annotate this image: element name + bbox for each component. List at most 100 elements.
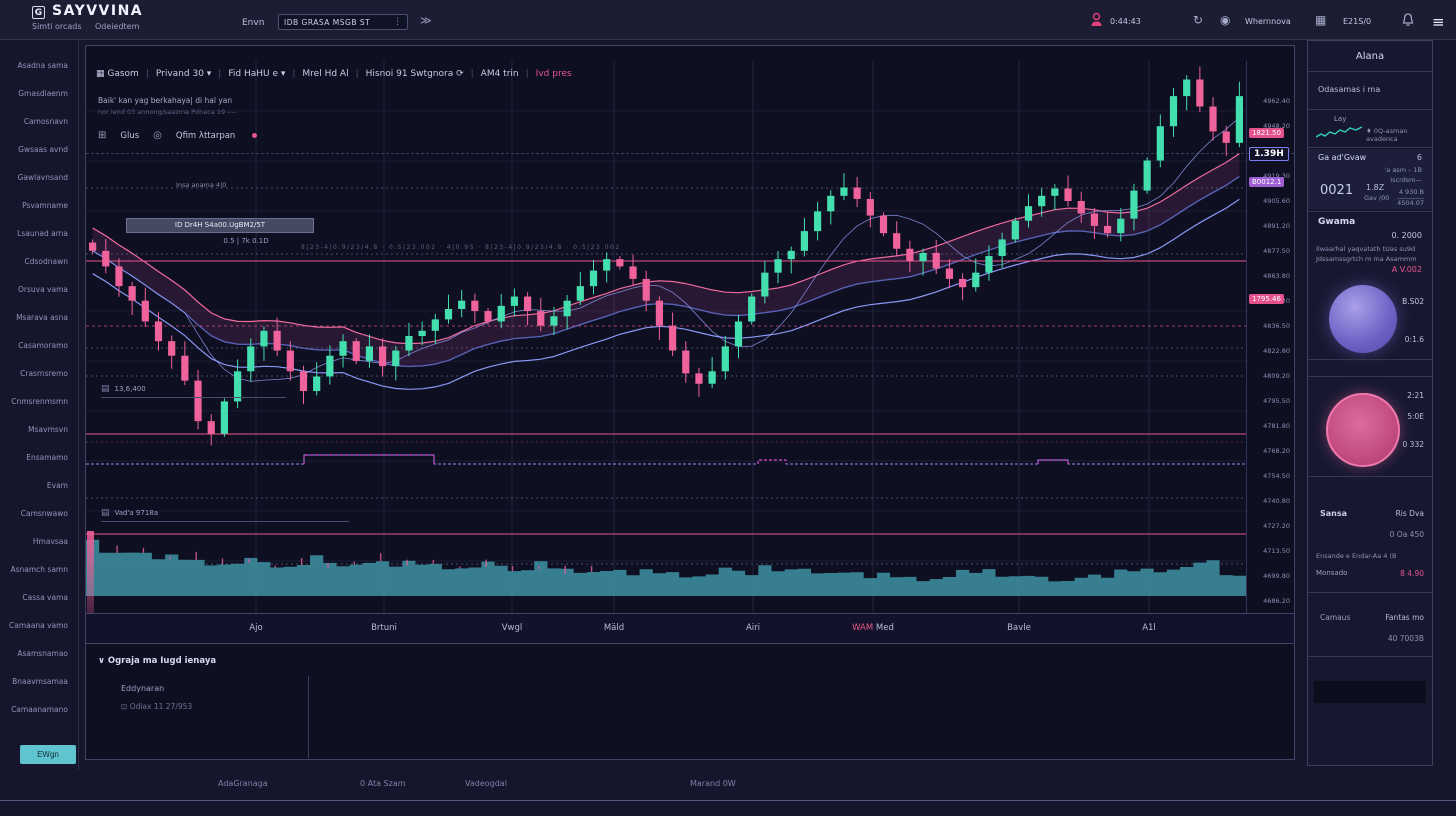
order-value-1: Fantas mo: [1385, 613, 1424, 622]
refresh-icon[interactable]: ↻: [1193, 13, 1203, 27]
price-chart[interactable]: 8|23-4|0.9/23/4.8 · 0.5|23.002 · 4|0.95 …: [86, 61, 1246, 614]
toolbar-tab[interactable]: Fid HaHU e ▾: [228, 69, 285, 79]
watchlist-item[interactable]: Msarava asna: [0, 304, 76, 332]
control-1[interactable]: Glus: [120, 131, 139, 141]
toolbar-tab[interactable]: Privand 30 ▾: [156, 69, 211, 79]
indicator-label-2[interactable]: ▤ Vad'a 9718a: [101, 508, 349, 522]
time-axis-label: Bavle: [989, 623, 1049, 633]
watchlist-item[interactable]: Lsaunad arna: [0, 220, 76, 248]
circle-icon[interactable]: ◎: [153, 130, 162, 141]
grid-view-icon[interactable]: ⊞: [98, 130, 106, 141]
time-axis-label: Mäld: [584, 623, 644, 633]
price-tick: 4863.80: [1263, 272, 1290, 280]
apps-grid-icon[interactable]: ▦: [1315, 13, 1326, 27]
sidebar-divider: [78, 40, 79, 770]
watchlist-item[interactable]: Camaanamano: [0, 696, 76, 724]
overview-mid-sub: Gav /00: [1364, 194, 1389, 202]
gwama-desc-1: Ilwaarhal yaqvatath tUas su9d: [1316, 245, 1415, 253]
stat-value-2: 0 Oa 450: [1390, 530, 1424, 539]
watchlist-item[interactable]: Casamoramo: [0, 332, 76, 360]
watchlist-item[interactable]: Bnaavmsamaa: [0, 668, 76, 696]
order-label-1: Camaus: [1320, 613, 1350, 622]
watchlist-item[interactable]: Evam: [0, 472, 76, 500]
bottom-panel-title[interactable]: ∨ Ograja ma Iugd ienaya: [98, 656, 216, 666]
indicator-legend-box[interactable]: ID Dr4H S4a00.UgBM2/5T: [126, 218, 314, 233]
user-icon[interactable]: [1090, 12, 1103, 27]
tab-divider: |: [218, 69, 221, 79]
price-tick: 4713.50: [1263, 547, 1290, 555]
watchlist-item[interactable]: Asadna sama: [0, 52, 76, 80]
watchlist-item[interactable]: Hmavsaa: [0, 528, 76, 556]
watchlist-item[interactable]: Cdsodnawn: [0, 248, 76, 276]
watchlist-action-button[interactable]: EWgn: [20, 745, 76, 764]
watchlist-item[interactable]: Camaana vamo: [0, 612, 76, 640]
footer-divider: [0, 800, 1456, 801]
overview-title: Ga ad'Gvaw: [1318, 153, 1366, 162]
watchlist-item[interactable]: Ensamamo: [0, 444, 76, 472]
toolbar-tab[interactable]: Hisnoi 91 Swtgnora ⟳: [366, 69, 464, 79]
gwama-desc-2: Jdssamssgrtch m ma Asammm: [1316, 255, 1417, 263]
control-2[interactable]: Qfim λttarpan: [176, 131, 235, 141]
footer-item[interactable]: AdaGranaga: [218, 779, 268, 788]
watchlist-item[interactable]: Asamsnamao: [0, 640, 76, 668]
right-sidebar: Alana Odasamas i ma Lay ♦ 0Q-asman avade…: [1307, 40, 1433, 766]
tab-divider: |: [146, 69, 149, 79]
top-header: G SAYVVINA Simti orcads Odeiedtem Envn I…: [0, 0, 1456, 40]
footer-item[interactable]: Vadeogdal: [465, 779, 507, 788]
watchlist-item[interactable]: Gmasdiaenm: [0, 80, 76, 108]
price-tick: 4836.50: [1263, 322, 1290, 330]
watchlist-item[interactable]: Gwsaas avnd: [0, 136, 76, 164]
toolbar-tab[interactable]: Mrel Hd Al: [302, 69, 348, 79]
watchlist-item[interactable]: Msavmsvn: [0, 416, 76, 444]
search-input[interactable]: IDB GRASA MSGB ST ⋮: [278, 14, 408, 30]
alert-dot: [252, 133, 257, 138]
indicator-label-1[interactable]: ▤ 13,6,400: [101, 384, 286, 398]
price-tick: 4822.80: [1263, 347, 1290, 355]
footer-item[interactable]: 0 Ata Szam: [360, 779, 406, 788]
price-tick: 4962.40: [1263, 97, 1290, 105]
search-label: Envn: [242, 18, 264, 28]
expand-icon[interactable]: ≫: [420, 14, 432, 27]
more-icon[interactable]: ⋮: [393, 17, 402, 27]
watchlist-item[interactable]: Cassa vama: [0, 584, 76, 612]
watchlist-item[interactable]: Cnmsrenmsmn: [0, 388, 76, 416]
watchlist-item[interactable]: Crasrnsremo: [0, 360, 76, 388]
target-icon[interactable]: ◉: [1220, 13, 1230, 27]
watchlist-item[interactable]: Gawlavnsand: [0, 164, 76, 192]
toolbar-tab[interactable]: AM4 trin: [481, 69, 519, 79]
toolbar-tab[interactable]: ▦ Gasom: [96, 69, 139, 79]
overview-big-value: 0021: [1320, 183, 1353, 198]
nav-link-2[interactable]: Odeiedtem: [95, 22, 139, 31]
overview-badge: 6: [1417, 153, 1422, 162]
bottom-panel-column-label: Eddynaran: [121, 684, 164, 693]
sidebar-title: Alana: [1308, 51, 1432, 62]
gauge1-value-2: 0:1.6: [1405, 335, 1424, 344]
price-tick: 4754.50: [1263, 472, 1290, 480]
watchlist-item[interactable]: Camsnwawo: [0, 500, 76, 528]
footer-item[interactable]: Marand 0W: [690, 779, 736, 788]
order-value-2: 40 7003B: [1388, 634, 1424, 643]
bell-icon[interactable]: [1402, 13, 1414, 27]
price-tick: 4877.50: [1263, 247, 1290, 255]
toolbar-tab[interactable]: Ivd pres: [536, 69, 572, 79]
username: Whernnova: [1245, 17, 1291, 26]
time-axis[interactable]: AjoBrtuniVwglMäldAiriWAM MedBavleA1l: [86, 613, 1294, 644]
overview-row2: Iscrdsm—: [1390, 176, 1422, 184]
menu-icon[interactable]: ≡: [1432, 13, 1445, 31]
logo-badge: G: [32, 6, 45, 19]
bottom-panel-divider: [308, 676, 309, 758]
watchlist-item[interactable]: Asnamch samn: [0, 556, 76, 584]
watchlist-item[interactable]: Psvamname: [0, 192, 76, 220]
price-badge: 1.39H: [1249, 147, 1289, 161]
nav-link-1[interactable]: Simti orcads: [32, 22, 82, 31]
price-badge: B0012.1: [1249, 177, 1284, 187]
watchlist-item[interactable]: Camosnavn: [0, 108, 76, 136]
price-axis[interactable]: 4962.404948.204934.054919.304905.604891.…: [1246, 61, 1294, 614]
price-tick: 4809.20: [1263, 372, 1290, 380]
indicator-icon: ▤: [101, 508, 110, 518]
chevron-down-icon[interactable]: ∨: [98, 656, 105, 666]
gwama-accent-value: A V.002: [1392, 265, 1422, 274]
stat-label-1: Sansa: [1320, 509, 1347, 518]
watchlist-item[interactable]: Orsuva vama: [0, 276, 76, 304]
tab-divider: |: [526, 69, 529, 79]
